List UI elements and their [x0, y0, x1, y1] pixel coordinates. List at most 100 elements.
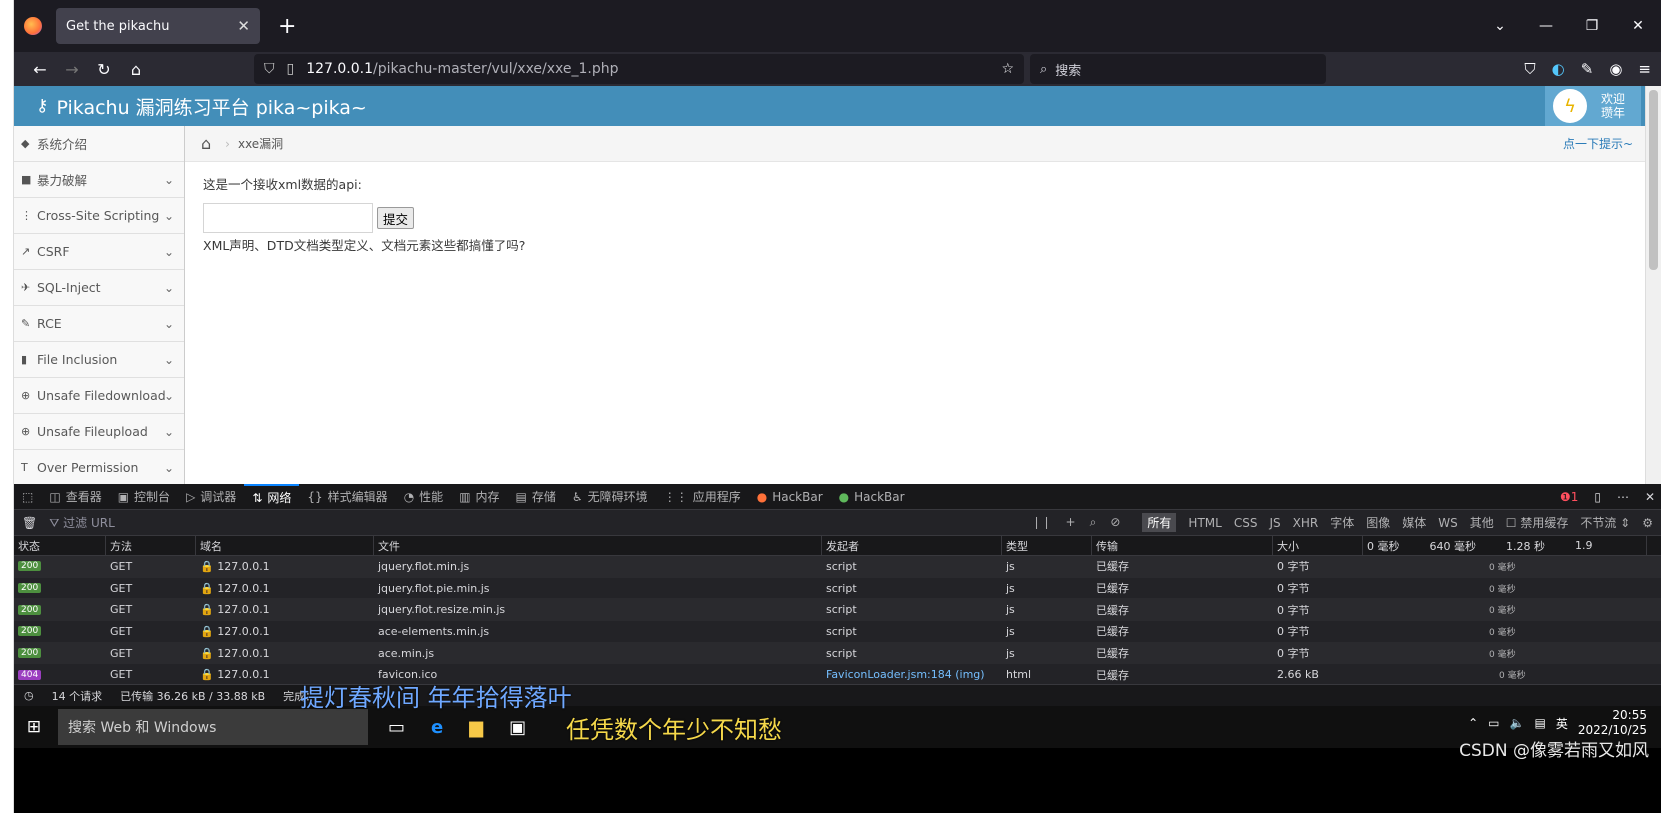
tab-debugger[interactable]: ▷ 调试器 — [178, 484, 244, 510]
chevron-up-icon[interactable]: ⌃ — [1468, 716, 1478, 730]
tab-console[interactable]: ▣ 控制台 — [110, 484, 178, 510]
col-method[interactable]: 方法 — [106, 536, 196, 555]
block-icon[interactable]: ⊘ — [1110, 515, 1120, 530]
filter-html[interactable]: HTML — [1188, 516, 1221, 530]
sidebar-item-file-inclusion[interactable]: ▮ File Inclusion ⌄ — [14, 342, 184, 378]
clock[interactable]: 20:55 2022/10/25 — [1578, 708, 1647, 738]
filter-css[interactable]: CSS — [1234, 516, 1258, 530]
edge-icon[interactable]: e — [431, 717, 443, 738]
shield-icon[interactable]: ⛉ — [264, 61, 275, 77]
col-type[interactable]: 类型 — [1002, 536, 1092, 555]
windows-start-icon[interactable]: ⊞ — [14, 706, 54, 748]
filter-url-input[interactable]: ⛛ 过滤 URL — [49, 514, 115, 531]
browser-tab[interactable]: Get the pikachu ✕ — [56, 8, 260, 44]
wrench-icon[interactable]: ✎ — [1581, 60, 1594, 78]
initiator-link[interactable]: FaviconLoader.jsm:184 (img) — [822, 664, 1002, 685]
forward-button[interactable]: → — [56, 60, 88, 79]
filter-js[interactable]: JS — [1269, 516, 1280, 530]
sidebar-item-rce[interactable]: ✎ RCE ⌄ — [14, 306, 184, 342]
pause-icon[interactable]: ❘❘ — [1031, 515, 1051, 530]
sidebar-item-csrf[interactable]: ↗ CSRF ⌄ — [14, 234, 184, 270]
dock-icon[interactable]: ▯ — [1594, 490, 1601, 504]
sidebar-item-xss[interactable]: ⋮ Cross-Site Scripting ⌄ — [14, 198, 184, 234]
user-menu[interactable]: ϟ 欢迎 瓒年 — [1545, 86, 1641, 126]
page-scrollbar[interactable] — [1645, 86, 1661, 484]
taskbar-search-input[interactable]: 搜索 Web 和 Windows — [58, 709, 368, 745]
sidebar-item-filedownload[interactable]: ⊕ Unsafe Filedownload ⌄ — [14, 378, 184, 414]
filter-ws[interactable]: WS — [1438, 516, 1457, 530]
close-tab-icon[interactable]: ✕ — [237, 17, 250, 35]
notification-icon[interactable]: ▤ — [1534, 716, 1545, 730]
col-waterfall[interactable]: 0 毫秒 640 毫秒 1.28 秒 1.9 — [1363, 536, 1647, 555]
store-icon[interactable]: ▣ — [509, 717, 526, 738]
close-window-button[interactable]: ✕ — [1615, 18, 1661, 34]
sidebar-item-fileupload[interactable]: ⊕ Unsafe Fileupload ⌄ — [14, 414, 184, 450]
list-tabs-icon[interactable]: ⌄ — [1477, 18, 1523, 34]
file-explorer-icon[interactable]: ▆ — [469, 717, 483, 738]
ime-indicator[interactable]: 英 — [1556, 715, 1568, 732]
settings-gear-icon[interactable]: ⚙ — [1642, 516, 1653, 530]
tab-application[interactable]: ⋮⋮ 应用程序 — [656, 484, 749, 510]
minimize-button[interactable]: — — [1523, 18, 1569, 34]
filter-all[interactable]: 所有 — [1142, 513, 1177, 532]
home-button[interactable]: ⌂ — [120, 60, 152, 79]
sidebar-item-bruteforce[interactable]: ■ 暴力破解 ⌄ — [14, 162, 184, 198]
filter-xhr[interactable]: XHR — [1293, 516, 1319, 530]
filter-other[interactable]: 其他 — [1470, 514, 1494, 531]
page-info-icon[interactable]: ▯ — [287, 61, 295, 77]
new-tab-button[interactable]: + — [278, 14, 296, 39]
submit-button[interactable]: 提交 — [377, 207, 415, 229]
throttle-select[interactable]: 不节流 ⇕ — [1580, 514, 1630, 531]
tab-accessibility[interactable]: ♿ 无障碍环境 — [564, 484, 656, 510]
tab-memory[interactable]: ▥ 内存 — [451, 484, 507, 510]
sidebar-item-over-permission[interactable]: T Over Permission ⌄ — [14, 450, 184, 486]
col-domain[interactable]: 域名 — [196, 536, 374, 555]
tab-style-editor[interactable]: {} 样式编辑器 — [299, 484, 395, 510]
bookmark-star-icon[interactable]: ☆ — [1001, 61, 1014, 77]
url-bar[interactable]: ⛉ ▯ 127.0.0.1/pikachu-master/vul/xxe/xxe… — [254, 54, 1024, 84]
reload-button[interactable]: ↻ — [88, 60, 120, 79]
extension-icon[interactable]: ◉ — [1609, 60, 1622, 78]
tab-storage[interactable]: ▤ 存储 — [508, 484, 564, 510]
volume-icon[interactable]: 🔈 — [1510, 716, 1525, 730]
task-view-icon[interactable]: ▭ — [388, 717, 405, 738]
tab-performance[interactable]: ◔ 性能 — [396, 484, 452, 510]
hint-link[interactable]: 点一下提示~ — [1563, 135, 1633, 152]
search-icon[interactable]: ⌕ — [1090, 515, 1097, 530]
table-row[interactable]: 200 GET 🔒 127.0.0.1 ace.min.js script js… — [14, 642, 1661, 665]
table-row[interactable]: 200 GET 🔒 127.0.0.1 ace-elements.min.js … — [14, 621, 1661, 643]
tab-network[interactable]: ⇅ 网络 — [244, 483, 300, 510]
filter-fonts[interactable]: 字体 — [1330, 514, 1354, 531]
col-status[interactable]: 状态 — [14, 536, 106, 555]
col-initiator[interactable]: 发起者 — [822, 536, 1002, 555]
sidebar-item-intro[interactable]: ◆ 系统介绍 — [14, 126, 184, 162]
disable-cache-checkbox[interactable]: ☐ 禁用缓存 — [1506, 514, 1569, 531]
performance-icon[interactable]: ◷ — [24, 689, 34, 702]
app-title[interactable]: Pikachu 漏洞练习平台 pika~pika~ — [56, 93, 366, 120]
sidebar-item-sqli[interactable]: ✈ SQL-Inject ⌄ — [14, 270, 184, 306]
close-devtools-icon[interactable]: ✕ — [1645, 490, 1655, 504]
network-tray-icon[interactable]: ▭ — [1488, 716, 1499, 730]
home-icon[interactable]: ⌂ — [201, 134, 211, 153]
back-button[interactable]: ← — [24, 60, 56, 79]
filter-media[interactable]: 媒体 — [1402, 514, 1426, 531]
table-row[interactable]: 200 GET 🔒 127.0.0.1 jquery.flot.pie.min.… — [14, 578, 1661, 600]
tab-hackbar-2[interactable]: ● HackBar — [831, 484, 913, 510]
search-bar[interactable]: ⌕ 搜索 — [1030, 54, 1326, 84]
table-row[interactable]: 200 GET 🔒 127.0.0.1 jquery.flot.min.js s… — [14, 556, 1661, 578]
pocket-icon[interactable]: ⛉ — [1524, 60, 1535, 78]
tab-inspector[interactable]: ◫ 查看器 — [41, 484, 109, 510]
trash-icon[interactable]: 🗑 — [22, 516, 37, 530]
plus-icon[interactable]: + — [1066, 515, 1076, 530]
tab-hackbar[interactable]: ● HackBar — [749, 484, 831, 510]
col-size[interactable]: 大小 — [1273, 536, 1363, 555]
menu-icon[interactable]: ≡ — [1638, 60, 1651, 78]
error-count-badge[interactable]: ❶1 — [1560, 490, 1578, 504]
col-file[interactable]: 文件 — [374, 536, 822, 555]
account-icon[interactable]: ◐ — [1552, 60, 1565, 78]
filter-images[interactable]: 图像 — [1366, 514, 1390, 531]
restore-button[interactable]: ❐ — [1569, 18, 1615, 34]
xml-input[interactable] — [203, 203, 373, 233]
scrollbar-thumb[interactable] — [1649, 90, 1658, 270]
table-row[interactable]: 404 GET 🔒 127.0.0.1 favicon.ico FaviconL… — [14, 664, 1661, 687]
